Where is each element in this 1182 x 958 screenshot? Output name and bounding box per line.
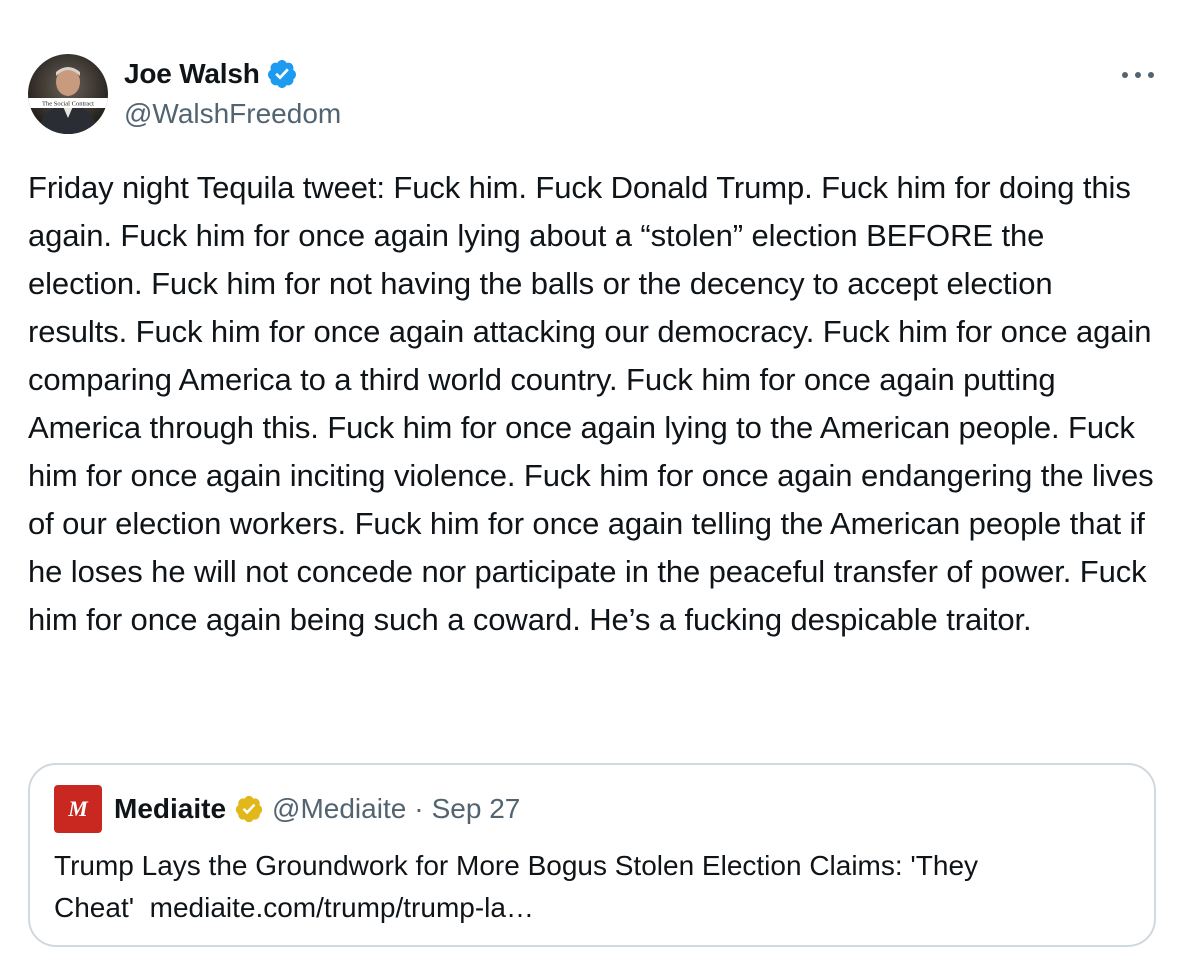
meta-separator: ·: [414, 793, 424, 824]
quoted-author-name[interactable]: Mediaite: [114, 793, 226, 825]
quoted-tweet-text: Trump Lays the Groundwork for More Bogus…: [54, 845, 1114, 929]
tweet-text: Friday night Tequila tweet: Fuck him. Fu…: [28, 170, 1154, 637]
gold-verified-badge-icon[interactable]: [234, 794, 264, 824]
verified-badge-icon[interactable]: [266, 58, 298, 90]
author-handle[interactable]: @WalshFreedom: [124, 98, 341, 130]
quoted-author-handle[interactable]: @Mediaite: [272, 793, 406, 825]
mediaite-logo[interactable]: M: [54, 785, 102, 833]
author-avatar[interactable]: The Social Contract: [28, 54, 108, 134]
author-name[interactable]: Joe Walsh: [124, 58, 260, 90]
quoted-tweet-card[interactable]: M Mediaite @Mediaite · Sep 27 Trump Lays…: [28, 763, 1156, 947]
quoted-tweet-header: M Mediaite @Mediaite · Sep 27: [54, 785, 521, 833]
mediaite-logo-letter: M: [68, 796, 88, 821]
tweet-card: The Social Contract Joe Walsh @WalshFree…: [0, 0, 1182, 958]
quoted-date[interactable]: Sep 27: [432, 793, 521, 825]
author-name-row[interactable]: Joe Walsh: [124, 56, 298, 92]
svg-text:The Social Contract: The Social Contract: [42, 101, 94, 108]
quoted-link[interactable]: mediaite.com/trump/trump-la…: [150, 892, 534, 923]
more-horizontal-icon: [1122, 72, 1154, 78]
more-options-button[interactable]: [1118, 60, 1158, 90]
